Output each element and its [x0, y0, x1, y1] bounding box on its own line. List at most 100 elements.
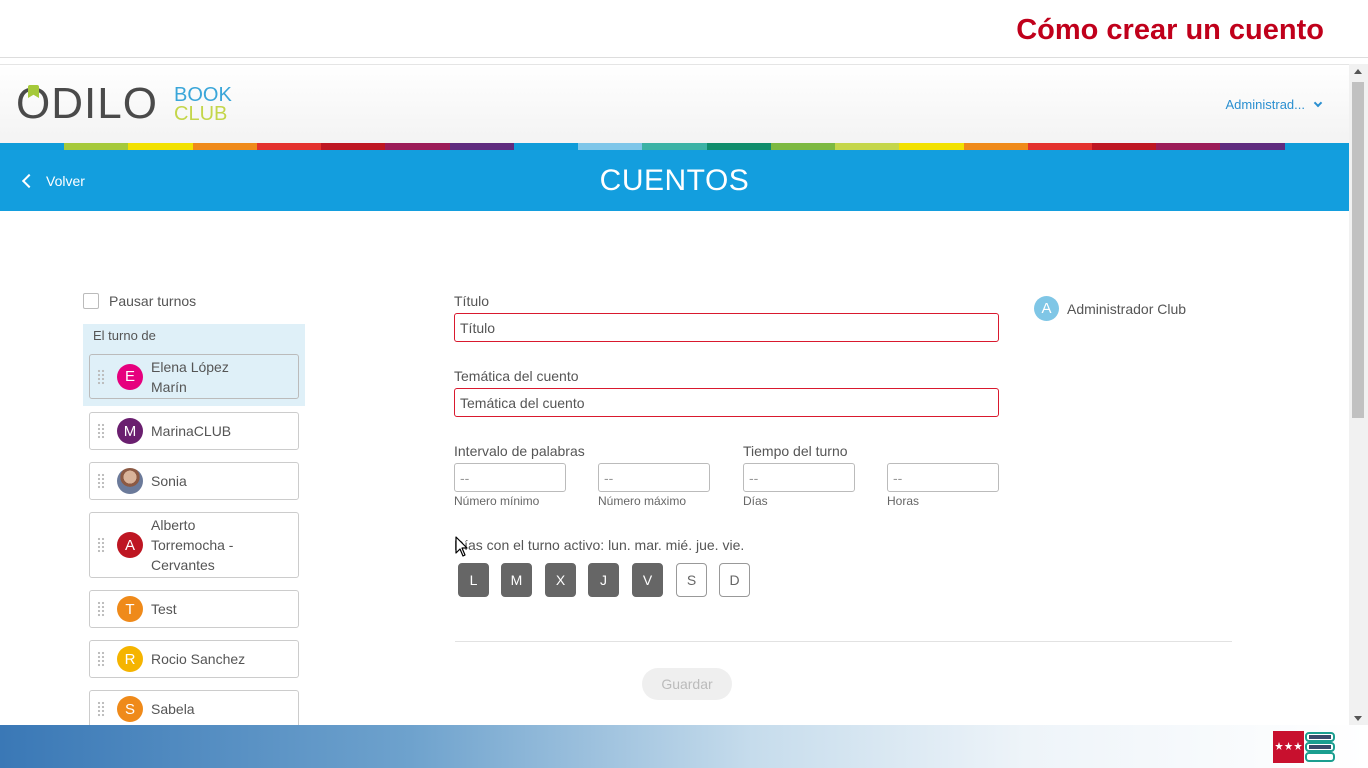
scroll-thumb[interactable]: [1352, 82, 1364, 418]
drag-handle-icon[interactable]: [97, 537, 105, 553]
member-name: Sonia: [151, 473, 187, 489]
mouse-cursor-icon: [455, 536, 468, 557]
save-button[interactable]: Guardar: [642, 668, 732, 700]
stripe-segment: [578, 143, 643, 150]
stripe-segment: [449, 143, 514, 150]
turn-time-label: Tiempo del turno: [743, 443, 848, 459]
video-title: Cómo crear un cuento: [1016, 14, 1324, 46]
pause-turns[interactable]: Pausar turnos: [83, 293, 196, 309]
form-divider: [455, 641, 1232, 642]
stripe-segment: [1220, 143, 1285, 150]
stripe-segment: [256, 143, 322, 150]
drag-handle-icon[interactable]: [97, 701, 105, 717]
stripe-segment: [770, 143, 836, 150]
page-banner: Volver CUENTOS: [0, 150, 1349, 211]
day-toggle-l[interactable]: L: [458, 563, 489, 597]
pause-turns-label: Pausar turnos: [109, 293, 197, 309]
stripe-segment: [899, 143, 964, 150]
member-name: Sabela: [151, 701, 195, 717]
member-item[interactable]: R Rocio Sanchez: [89, 640, 299, 678]
member-name: MarinaCLUB: [151, 423, 232, 439]
theme-label: Temática del cuento: [454, 368, 579, 384]
hours-input[interactable]: --: [887, 463, 999, 492]
logo-book-text: BOOK: [174, 84, 232, 106]
max-words-input[interactable]: --: [598, 463, 710, 492]
member-item[interactable]: Sonia: [89, 462, 299, 500]
days-label: Días: [743, 494, 768, 508]
min-words-input[interactable]: --: [454, 463, 566, 492]
comunidad-madrid-logo: [1273, 731, 1335, 763]
turn-label: El turno de: [93, 328, 156, 343]
stripe-segment: [64, 143, 129, 150]
member-name: Test: [151, 601, 177, 617]
chevron-down-icon: [1313, 98, 1323, 107]
drag-handle-icon[interactable]: [97, 368, 105, 385]
hours-label: Horas: [887, 494, 920, 508]
min-words-value: --: [460, 469, 470, 486]
day-toggle-v[interactable]: V: [632, 563, 663, 597]
app-window: ODILO BOOK CLUB Administrad... Volver CU…: [0, 64, 1349, 725]
stripe-segment: [835, 143, 900, 150]
logo-club-text: CLUB: [174, 103, 228, 125]
avatar: A: [117, 532, 143, 558]
max-words-label: Número máximo: [598, 494, 687, 508]
word-interval-label: Intervalo de palabras: [454, 443, 585, 459]
scroll-down-icon[interactable]: [1354, 716, 1362, 721]
min-words-label: Número mínimo: [454, 494, 540, 508]
story-creator: A Administrador Club: [1034, 296, 1186, 321]
day-toggle-j[interactable]: J: [588, 563, 619, 597]
admin-avatar: A: [1034, 296, 1059, 321]
page-title: CUENTOS: [599, 164, 750, 197]
stripe-segment: [1156, 143, 1221, 150]
day-toggle-s[interactable]: S: [676, 563, 707, 597]
member-name: Elena López Marín: [151, 358, 229, 395]
footer-gradient-bar: [0, 725, 1368, 768]
stripe-segment: [0, 143, 65, 150]
day-toggle-x[interactable]: X: [545, 563, 576, 597]
user-menu[interactable]: Administrad...: [1225, 97, 1323, 112]
member-item[interactable]: M MarinaCLUB: [89, 412, 299, 450]
drag-handle-icon[interactable]: [97, 601, 105, 617]
scroll-up-icon[interactable]: [1354, 69, 1362, 74]
stripe-segment: [128, 143, 193, 150]
drag-handle-icon[interactable]: [97, 651, 105, 667]
admin-name: Administrador Club: [1067, 300, 1187, 317]
avatar-photo: [117, 468, 143, 494]
member-item[interactable]: E Elena López Marín: [89, 354, 299, 399]
theme-input[interactable]: Temática del cuento: [454, 388, 999, 417]
pause-turns-checkbox[interactable]: [83, 293, 99, 309]
days-input[interactable]: --: [743, 463, 855, 492]
day-toggle-d[interactable]: D: [719, 563, 750, 597]
vertical-scrollbar[interactable]: [1349, 64, 1368, 725]
drag-handle-icon[interactable]: [97, 423, 105, 439]
stripe-segment: [1091, 143, 1157, 150]
title-placeholder: Título: [460, 319, 496, 336]
stripe-segment: [321, 143, 386, 150]
title-input[interactable]: Título: [454, 313, 999, 342]
title-label: Título: [454, 293, 490, 309]
avatar: S: [117, 696, 143, 722]
stripe-segment: [513, 143, 579, 150]
stripe-segment: [1027, 143, 1092, 150]
color-stripe: [0, 143, 1349, 150]
member-item[interactable]: A Alberto Torremocha - Cervantes: [89, 512, 299, 578]
user-menu-label: Administrad...: [1225, 97, 1305, 112]
member-item[interactable]: T Test: [89, 590, 299, 628]
days-value: --: [749, 469, 759, 486]
stripe-segment: [706, 143, 771, 150]
active-days-text: Días con el turno activo: lun. mar. mié.…: [454, 537, 745, 553]
stripe-segment: [385, 143, 450, 150]
max-words-value: --: [604, 469, 614, 486]
avatar: T: [117, 596, 143, 622]
top-bar: ODILO BOOK CLUB Administrad...: [0, 65, 1349, 143]
member-item[interactable]: S Sabela: [89, 690, 299, 725]
stripe-segment: [963, 143, 1028, 150]
stripe-segment: [192, 143, 257, 150]
stripe-segment: [1284, 143, 1349, 150]
day-toggle-m[interactable]: M: [501, 563, 532, 597]
avatar: M: [117, 418, 143, 444]
stripe-segment: [642, 143, 707, 150]
avatar: R: [117, 646, 143, 672]
theme-placeholder: Temática del cuento: [460, 394, 585, 411]
drag-handle-icon[interactable]: [97, 473, 105, 489]
